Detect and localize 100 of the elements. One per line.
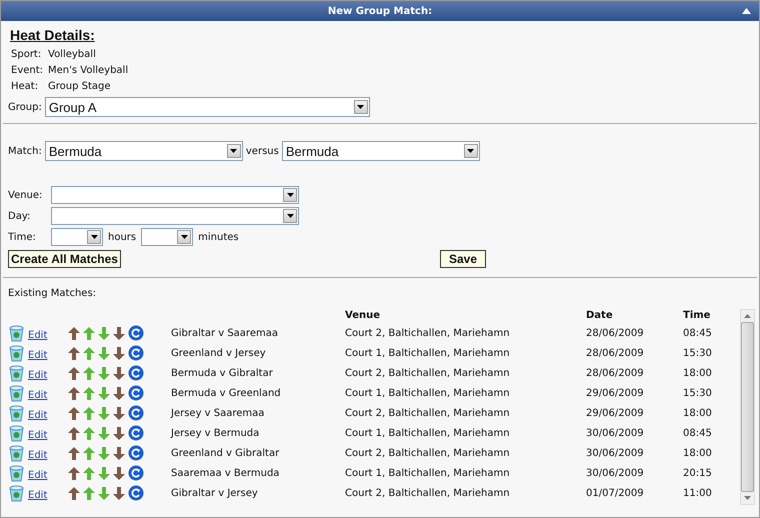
match-text: Jersey v Saaremaa	[171, 408, 264, 418]
move-top-icon[interactable]	[68, 326, 80, 340]
versus-label: versus	[246, 146, 279, 156]
caret-icon	[286, 193, 294, 197]
table-cell-text: 20:15	[683, 468, 713, 478]
caret-icon	[357, 105, 364, 109]
refresh-icon[interactable]	[128, 445, 144, 461]
field-label: Group:	[8, 102, 42, 112]
match-text: Gibraltar v Saaremaa	[171, 328, 278, 338]
bin-icon[interactable]	[8, 484, 25, 502]
bin-icon[interactable]	[8, 384, 25, 402]
table-cell-text: 18:00	[683, 408, 713, 418]
table-cell-text: Court 2, Baltichallen, Mariehamn	[345, 488, 511, 498]
edit-link[interactable]: Edit	[28, 350, 68, 360]
create-all-matches-button[interactable]: Create All Matches	[8, 250, 121, 268]
refresh-icon[interactable]	[128, 405, 144, 421]
move-bottom-icon[interactable]	[113, 386, 125, 400]
table-cell-text: Court 2, Baltichallen, Mariehamn	[345, 408, 511, 418]
caret-icon	[90, 235, 98, 239]
edit-link[interactable]: Edit	[28, 390, 68, 400]
field-label: Heat:	[11, 80, 40, 92]
field-label: Time:	[8, 232, 37, 242]
caret-icon	[180, 235, 188, 239]
refresh-icon[interactable]	[128, 345, 144, 361]
table-cell-text: 30/06/2009	[586, 428, 645, 438]
scroll-up-icon[interactable]	[744, 314, 751, 318]
move-top-icon[interactable]	[68, 346, 80, 360]
move-top-icon[interactable]	[68, 466, 80, 480]
window-title: New Group Match:	[328, 6, 432, 16]
table-cell-text: 15:30	[683, 388, 713, 398]
bin-icon[interactable]	[8, 324, 25, 342]
move-bottom-icon[interactable]	[113, 486, 125, 500]
section-title: Existing Matches:	[8, 288, 98, 299]
edit-link[interactable]: Edit	[28, 470, 68, 480]
bin-icon[interactable]	[8, 464, 25, 482]
edit-link[interactable]: Edit	[28, 490, 68, 500]
bin-icon[interactable]	[8, 424, 25, 442]
column-header: Time	[683, 310, 712, 320]
caret-icon	[286, 214, 294, 218]
move-top-icon[interactable]	[68, 406, 80, 420]
field-value: Group Stage	[48, 80, 111, 92]
team-dropdown[interactable]: Bermuda	[282, 141, 480, 161]
refresh-icon[interactable]	[128, 425, 144, 441]
table-cell-text: Court 1, Baltichallen, Mariehamn	[345, 388, 511, 398]
bin-icon[interactable]	[8, 444, 25, 462]
table-cell-text: 29/06/2009	[586, 388, 645, 398]
move-bottom-icon[interactable]	[113, 426, 125, 440]
venue-dropdown[interactable]	[51, 186, 299, 204]
group-dropdown[interactable]: Group A	[44, 97, 370, 117]
field-label: Venue:	[8, 190, 44, 200]
edit-link[interactable]: Edit	[28, 410, 68, 420]
team-dropdown[interactable]: Bermuda	[44, 141, 243, 161]
table-cell-text: Court 1, Baltichallen, Mariehamn	[345, 428, 511, 438]
field-value: Men's Volleyball	[48, 64, 128, 76]
move-bottom-icon[interactable]	[113, 326, 125, 340]
edit-link[interactable]: Edit	[28, 430, 68, 440]
move-bottom-icon[interactable]	[113, 366, 125, 380]
match-text: Greenland v Jersey	[171, 348, 266, 358]
refresh-icon[interactable]	[128, 385, 144, 401]
field-label: Day:	[8, 210, 32, 222]
bin-icon[interactable]	[8, 404, 25, 422]
move-top-icon[interactable]	[68, 386, 80, 400]
unit-label: minutes	[198, 232, 239, 242]
edit-link[interactable]: Edit	[28, 330, 68, 340]
field-value: Volleyball	[48, 48, 96, 60]
column-header: Date	[586, 310, 614, 320]
match-text: Bermuda v Gibraltar	[171, 368, 273, 378]
move-top-icon[interactable]	[68, 446, 80, 460]
refresh-icon[interactable]	[128, 365, 144, 381]
edit-link[interactable]: Edit	[28, 370, 68, 380]
table-cell-text: 11:00	[683, 488, 713, 498]
move-bottom-icon[interactable]	[113, 346, 125, 360]
scroll-down-icon[interactable]	[744, 496, 751, 500]
match-text: Greenland v Gibraltar	[171, 448, 280, 458]
refresh-icon[interactable]	[128, 325, 144, 341]
caret-icon	[230, 149, 238, 153]
move-bottom-icon[interactable]	[113, 466, 125, 480]
refresh-icon[interactable]	[128, 485, 144, 501]
move-top-icon[interactable]	[68, 426, 80, 440]
move-bottom-icon[interactable]	[113, 446, 125, 460]
move-top-icon[interactable]	[68, 366, 80, 380]
move-bottom-icon[interactable]	[113, 406, 125, 420]
hours-dropdown[interactable]	[51, 228, 103, 246]
table-cell-text: 15:30	[683, 348, 713, 358]
minutes-dropdown[interactable]	[141, 228, 194, 246]
match-text: Bermuda v Greenland	[171, 388, 281, 398]
day-dropdown[interactable]	[51, 207, 299, 225]
scrollbar[interactable]	[740, 309, 755, 505]
bin-icon[interactable]	[8, 344, 25, 362]
collapse-icon[interactable]	[742, 8, 751, 14]
table-cell-text: 18:00	[683, 368, 713, 378]
refresh-icon[interactable]	[128, 465, 144, 481]
column-header: Venue	[345, 310, 381, 320]
field-label: Match:	[8, 146, 42, 156]
bin-icon[interactable]	[8, 364, 25, 382]
table-cell-text: Court 2, Baltichallen, Mariehamn	[345, 328, 511, 338]
move-top-icon[interactable]	[68, 486, 80, 500]
edit-link[interactable]: Edit	[28, 450, 68, 460]
save-button[interactable]: Save	[440, 250, 486, 268]
table-cell-text: Court 1, Baltichallen, Mariehamn	[345, 468, 511, 478]
